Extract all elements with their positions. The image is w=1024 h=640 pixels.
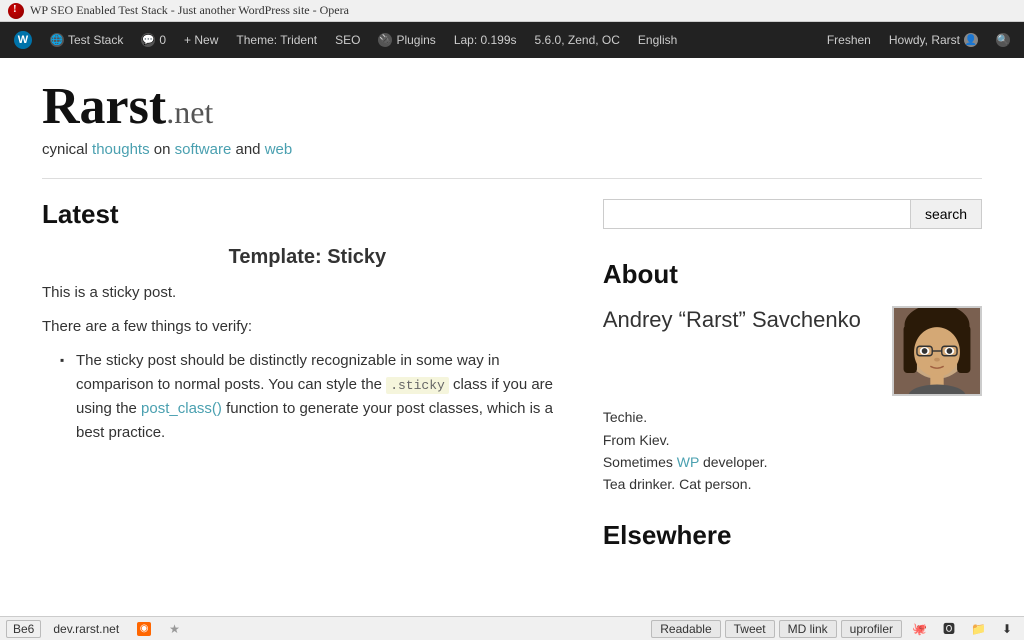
admin-bar-seo[interactable]: SEO xyxy=(327,29,368,51)
github-icon[interactable]: 🐙 xyxy=(906,622,933,636)
globe-icon: 🌐 xyxy=(50,33,64,47)
tagline-thoughts-link[interactable]: thoughts xyxy=(92,141,150,158)
wordpress-icon: W xyxy=(14,31,32,49)
admin-bar-comments[interactable]: 💬 0 xyxy=(133,29,174,51)
browser-favicon xyxy=(8,3,24,19)
post-class-link[interactable]: post_class() xyxy=(141,400,222,417)
readable-button[interactable]: Readable xyxy=(651,620,720,638)
admin-bar-howdy[interactable]: Howdy, Rarst 👤 xyxy=(881,29,986,51)
about-heading: About xyxy=(603,259,982,290)
status-right: Readable Tweet MD link uprofiler 🐙 🅾 📁 ⬇ xyxy=(651,620,1018,638)
tagline-web-link[interactable]: web xyxy=(265,141,293,158)
site-header: Rarst.net xyxy=(42,78,982,135)
sidebar-column: search About Andrey “Rarst” Savchenko xyxy=(603,199,982,567)
admin-bar: W 🌐 Test Stack 💬 0 + New Theme: Trident … xyxy=(0,22,1024,58)
admin-bar-lap[interactable]: Lap: 0.199s xyxy=(446,29,525,51)
site-title: Rarst.net xyxy=(42,78,982,135)
content-column: Latest Template: Sticky This is a sticky… xyxy=(42,199,573,567)
plugin-icon: 🔌 xyxy=(378,33,392,47)
admin-bar-right: Freshen Howdy, Rarst 👤 🔍 xyxy=(819,29,1018,51)
folder-icon[interactable]: 📁 xyxy=(965,622,992,636)
tagline-text1: cynical xyxy=(42,141,92,158)
wp-link[interactable]: WP xyxy=(677,454,699,470)
admin-bar-theme[interactable]: Theme: Trident xyxy=(228,29,325,51)
status-star[interactable]: ★ xyxy=(163,622,186,636)
post-intro-2: There are a few things to verify: xyxy=(42,315,573,339)
about-bio: Techie. From Kiev. Sometimes WP develope… xyxy=(603,406,982,496)
admin-bar-search[interactable]: 🔍 xyxy=(988,29,1018,51)
tagline-text3: and xyxy=(231,141,264,158)
tagline-text2: on xyxy=(150,141,175,158)
status-bar: Be6 dev.rarst.net ◉ ★ Readable Tweet MD … xyxy=(0,616,1024,640)
md-link-button[interactable]: MD link xyxy=(779,620,837,638)
tweet-button[interactable]: Tweet xyxy=(725,620,775,638)
post-list: The sticky post should be distinctly rec… xyxy=(42,349,573,445)
status-be6[interactable]: Be6 xyxy=(6,620,41,638)
admin-bar-new[interactable]: + New xyxy=(176,29,226,51)
status-rss[interactable]: ◉ xyxy=(131,622,157,636)
search-icon: 🔍 xyxy=(996,33,1010,47)
about-name: Andrey “Rarst” Savchenko xyxy=(603,306,878,335)
list-item: The sticky post should be distinctly rec… xyxy=(62,349,573,445)
rss-icon: ◉ xyxy=(137,622,151,636)
opera-icon[interactable]: 🅾 xyxy=(937,620,961,637)
header-divider xyxy=(42,178,982,179)
admin-bar-english[interactable]: English xyxy=(630,29,685,51)
avatar xyxy=(892,306,982,396)
elsewhere-heading: Elsewhere xyxy=(603,520,982,551)
site-wrapper: Rarst.net cynical thoughts on software a… xyxy=(12,58,1012,587)
post-article: Template: Sticky This is a sticky post. … xyxy=(42,246,573,445)
admin-bar-teststack[interactable]: 🌐 Test Stack xyxy=(42,29,131,51)
code-sticky: .sticky xyxy=(386,377,449,394)
search-box: search xyxy=(603,199,982,229)
wp-logo-button[interactable]: W xyxy=(6,27,40,53)
tagline: cynical thoughts on software and web xyxy=(42,141,982,158)
admin-bar-plugins[interactable]: 🔌 Plugins xyxy=(370,29,443,51)
comment-icon: 💬 xyxy=(141,33,155,47)
latest-heading: Latest xyxy=(42,199,573,230)
main-layout: Latest Template: Sticky This is a sticky… xyxy=(42,199,982,567)
page-title: WP SEO Enabled Test Stack - Just another… xyxy=(30,3,349,18)
user-icon: 👤 xyxy=(964,33,978,47)
admin-bar-version[interactable]: 5.6.0, Zend, OC xyxy=(527,29,628,51)
about-section: Andrey “Rarst” Savchenko xyxy=(603,306,982,567)
star-icon: ★ xyxy=(169,622,180,636)
about-info: Andrey “Rarst” Savchenko xyxy=(603,306,982,396)
search-input[interactable] xyxy=(603,199,911,229)
post-title: Template: Sticky xyxy=(42,246,573,269)
status-url: dev.rarst.net xyxy=(47,622,125,636)
download-icon[interactable]: ⬇ xyxy=(996,622,1018,636)
tagline-software-link[interactable]: software xyxy=(175,141,232,158)
post-intro-1: This is a sticky post. xyxy=(42,281,573,305)
search-button[interactable]: search xyxy=(911,199,982,229)
title-bar: WP SEO Enabled Test Stack - Just another… xyxy=(0,0,1024,22)
avatar-image xyxy=(894,306,980,396)
admin-bar-freshen[interactable]: Freshen xyxy=(819,29,879,51)
site-tld: .net xyxy=(166,94,213,130)
uprofiler-button[interactable]: uprofiler xyxy=(841,620,902,638)
